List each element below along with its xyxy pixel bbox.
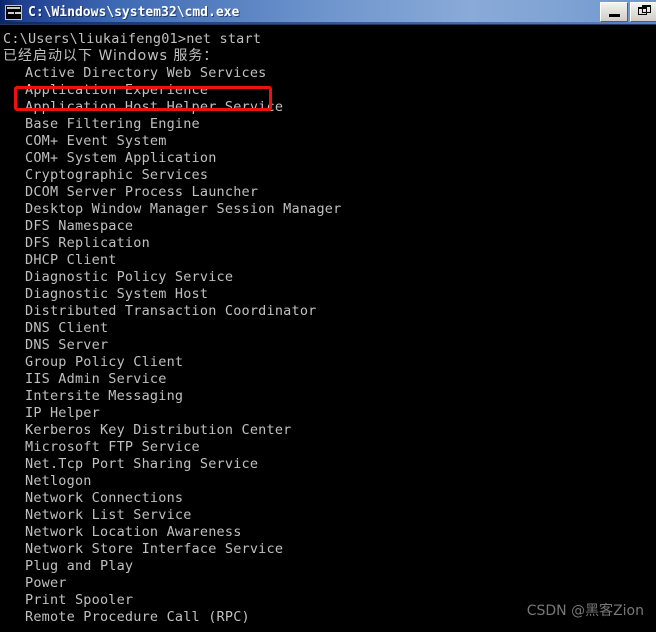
service-list-item: COM+ System Application: [25, 150, 217, 166]
service-list-item: Diagnostic Policy Service: [25, 269, 234, 285]
service-list-item: Network List Service: [25, 507, 192, 523]
prompt-line: C:\Users\liukaifeng01>net start: [3, 31, 262, 47]
service-list-item: Cryptographic Services: [25, 167, 209, 183]
service-list-item: DNS Server: [25, 337, 109, 353]
titlebar-divider: [0, 22, 656, 24]
service-list-item: Desktop Window Manager Session Manager: [25, 201, 342, 217]
window-title: C:\Windows\system32\cmd.exe: [28, 4, 240, 20]
service-list-item: DHCP Client: [25, 252, 117, 268]
service-list-item: Microsoft FTP Service: [25, 439, 200, 455]
minimize-icon: [609, 14, 620, 17]
status-line: 已经启动以下 Windows 服务：: [3, 48, 219, 64]
minimize-button[interactable]: [600, 2, 628, 22]
service-list-item: Kerberos Key Distribution Center: [25, 422, 292, 438]
service-list-item: Network Connections: [25, 490, 184, 506]
service-list-item: Application Experience: [25, 82, 209, 98]
service-list-item: Group Policy Client: [25, 354, 184, 370]
service-list-item: COM+ Event System: [25, 133, 167, 149]
service-list-item: Intersite Messaging: [25, 388, 184, 404]
service-list-item: DCOM Server Process Launcher: [25, 184, 259, 200]
service-list-item: Network Location Awareness: [25, 524, 242, 540]
service-list-item: DFS Namespace: [25, 218, 134, 234]
service-list-item: Distributed Transaction Coordinator: [25, 303, 317, 319]
service-list-item: Base Filtering Engine: [25, 116, 200, 132]
service-list-item: Active Directory Web Services: [25, 65, 267, 81]
restore-icon: [638, 5, 651, 15]
title-bar[interactable]: C:\Windows\system32\cmd.exe: [0, 0, 656, 25]
service-list-item: Net.Tcp Port Sharing Service: [25, 456, 259, 472]
service-list-item: DFS Replication: [25, 235, 150, 251]
console-output[interactable]: C:\Users\liukaifeng01>net start 已经启动以下 W…: [0, 25, 656, 632]
watermark: CSDN @黑客Zion: [526, 603, 644, 619]
service-list-item: Plug and Play: [25, 558, 134, 574]
service-list-item: DNS Client: [25, 320, 109, 336]
service-list-item: Netlogon: [25, 473, 92, 489]
cmd-window: C:\Windows\system32\cmd.exe C:\Users\liu…: [0, 0, 656, 632]
cmd-console-icon: [5, 4, 22, 20]
service-list-item: Application Host Helper Service: [25, 99, 284, 115]
service-list-item: IP Helper: [25, 405, 100, 421]
service-list-item: IIS Admin Service: [25, 371, 167, 387]
service-list-item: Network Store Interface Service: [25, 541, 284, 557]
window-controls: [600, 2, 656, 22]
service-list-item: Power: [25, 575, 67, 591]
service-list-item: Diagnostic System Host: [25, 286, 209, 302]
restore-button[interactable]: [630, 2, 656, 22]
